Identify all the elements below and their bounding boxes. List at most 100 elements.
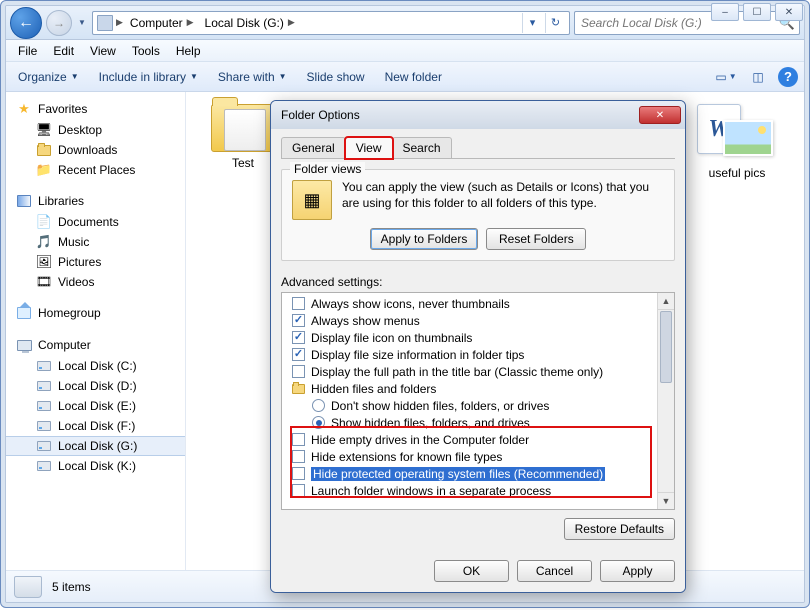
adv-checkbox-item[interactable]: Hide protected operating system files (R… <box>284 465 655 482</box>
file-label: Test <box>232 156 254 170</box>
radio-icon[interactable] <box>312 416 325 429</box>
scroll-down-button[interactable]: ▼ <box>658 492 674 509</box>
breadcrumb-computer[interactable]: Computer ▶ <box>126 13 198 33</box>
nav-pictures[interactable]: 🖼Pictures <box>6 252 185 272</box>
adv-checkbox-item[interactable]: Always show icons, never thumbnails <box>284 295 655 312</box>
scroll-thumb[interactable] <box>660 311 672 383</box>
nav-documents[interactable]: 📄Documents <box>6 212 185 232</box>
dialog-titlebar[interactable]: Folder Options ✕ <box>271 101 685 129</box>
chevron-down-icon: ▼ <box>190 72 198 81</box>
tab-general[interactable]: General <box>281 137 346 158</box>
address-bar[interactable]: ▶ Computer ▶ Local Disk (G:) ▶ ▾ ↻ <box>92 11 570 35</box>
checkbox-icon[interactable] <box>292 467 305 480</box>
include-in-library-button[interactable]: Include in library ▼ <box>93 67 204 87</box>
adv-item-label: Hide protected operating system files (R… <box>311 467 605 481</box>
nav-history-dropdown[interactable]: ▼ <box>76 10 88 36</box>
menu-file[interactable]: File <box>10 42 45 60</box>
adv-checkbox-item[interactable]: Display the full path in the title bar (… <box>284 363 655 380</box>
ok-button[interactable]: OK <box>434 560 509 582</box>
navigation-pane[interactable]: ★ Favorites 🖥Desktop Downloads 📁Recent P… <box>6 92 186 570</box>
folder-icon <box>211 104 275 152</box>
nav-drive-e[interactable]: Local Disk (E:) <box>6 396 185 416</box>
adv-checkbox-item[interactable]: Hide empty drives in the Computer folder <box>284 431 655 448</box>
checkbox-icon[interactable] <box>292 314 305 327</box>
adv-checkbox-item[interactable]: Always show menus <box>284 312 655 329</box>
nav-drive-d[interactable]: Local Disk (D:) <box>6 376 185 396</box>
nav-computer-header[interactable]: Computer <box>6 334 185 356</box>
libraries-icon <box>16 193 32 209</box>
checkbox-icon[interactable] <box>292 331 305 344</box>
nav-desktop[interactable]: 🖥Desktop <box>6 120 185 140</box>
adv-checkbox-item[interactable]: Display file icon on thumbnails <box>284 329 655 346</box>
share-with-button[interactable]: Share with ▼ <box>212 67 293 87</box>
nav-forward-button[interactable]: → <box>46 10 72 36</box>
status-text: 5 items <box>52 580 91 594</box>
radio-icon[interactable] <box>312 399 325 412</box>
checkbox-icon[interactable] <box>292 484 305 497</box>
checkbox-icon[interactable] <box>292 348 305 361</box>
checkbox-icon[interactable] <box>292 365 305 378</box>
reset-folders-button[interactable]: Reset Folders <box>486 228 586 250</box>
adv-item-label: Don't show hidden files, folders, or dri… <box>331 399 549 413</box>
close-icon: ✕ <box>656 110 664 121</box>
nav-recent-places[interactable]: 📁Recent Places <box>6 160 185 180</box>
adv-checkbox-item[interactable]: Launch folder windows in a separate proc… <box>284 482 655 499</box>
nav-videos[interactable]: 🎞Videos <box>6 272 185 292</box>
preview-pane-button[interactable]: ◫ <box>746 66 770 88</box>
nav-drive-f[interactable]: Local Disk (F:) <box>6 416 185 436</box>
menu-help[interactable]: Help <box>168 42 209 60</box>
scroll-up-button[interactable]: ▲ <box>658 293 674 310</box>
folder-item-useful-pics[interactable]: W useful pics <box>692 104 782 180</box>
help-button[interactable]: ? <box>778 67 798 87</box>
pictures-icon: 🖼 <box>36 254 52 270</box>
nav-drive-k[interactable]: Local Disk (K:) <box>6 456 185 476</box>
view-options-button[interactable]: ▭▼ <box>714 66 738 88</box>
tab-view[interactable]: View <box>345 137 393 159</box>
menu-tools[interactable]: Tools <box>124 42 168 60</box>
checkbox-icon[interactable] <box>292 450 305 463</box>
adv-checkbox-item[interactable]: Display file size information in folder … <box>284 346 655 363</box>
nav-music[interactable]: 🎵Music <box>6 232 185 252</box>
adv-item-label: Hide extensions for known file types <box>311 450 502 464</box>
breadcrumb-label: Local Disk (G:) <box>205 16 284 30</box>
nav-header-label: Homegroup <box>38 306 101 320</box>
nav-back-button[interactable]: ← <box>10 7 42 39</box>
adv-checkbox-item[interactable]: Hide extensions for known file types <box>284 448 655 465</box>
advanced-settings-list[interactable]: Always show icons, never thumbnailsAlway… <box>281 292 675 510</box>
nav-item-label: Local Disk (G:) <box>58 439 137 453</box>
nav-libraries-header[interactable]: Libraries <box>6 190 185 212</box>
adv-radio-item[interactable]: Don't show hidden files, folders, or dri… <box>284 397 655 414</box>
restore-defaults-button[interactable]: Restore Defaults <box>564 518 675 540</box>
apply-button[interactable]: Apply <box>600 560 675 582</box>
nav-downloads[interactable]: Downloads <box>6 140 185 160</box>
window-close-button[interactable]: ✕ <box>775 3 803 21</box>
window-minimize-button[interactable]: – <box>711 3 739 21</box>
breadcrumb-drive[interactable]: Local Disk (G:) ▶ <box>201 13 299 33</box>
cancel-button[interactable]: Cancel <box>517 560 592 582</box>
nav-item-label: Local Disk (C:) <box>58 359 137 373</box>
drive-icon <box>36 418 52 434</box>
nav-item-label: Recent Places <box>58 163 135 177</box>
slide-show-button[interactable]: Slide show <box>301 67 371 87</box>
adv-radio-item[interactable]: Show hidden files, folders, and drives <box>284 414 655 431</box>
nav-item-label: Documents <box>58 215 119 229</box>
organize-button[interactable]: Organize ▼ <box>12 67 85 87</box>
nav-favorites-header[interactable]: ★ Favorites <box>6 98 185 120</box>
nav-homegroup-header[interactable]: Homegroup <box>6 302 185 324</box>
menu-edit[interactable]: Edit <box>45 42 82 60</box>
apply-to-folders-button[interactable]: Apply to Folders <box>370 228 479 250</box>
nav-drive-c[interactable]: Local Disk (C:) <box>6 356 185 376</box>
tab-search[interactable]: Search <box>392 137 452 158</box>
refresh-button[interactable]: ↻ <box>545 13 565 33</box>
dialog-close-button[interactable]: ✕ <box>639 106 681 124</box>
scrollbar[interactable]: ▲ ▼ <box>657 293 674 509</box>
checkbox-icon[interactable] <box>292 433 305 446</box>
new-folder-button[interactable]: New folder <box>379 67 448 87</box>
menu-view[interactable]: View <box>82 42 124 60</box>
window-maximize-button[interactable]: ☐ <box>743 3 771 21</box>
nav-drive-g[interactable]: Local Disk (G:) <box>6 436 185 456</box>
toolbar-label: New folder <box>385 70 442 84</box>
address-dropdown-button[interactable]: ▾ <box>522 13 542 33</box>
nav-item-label: Downloads <box>58 143 117 157</box>
checkbox-icon[interactable] <box>292 297 305 310</box>
